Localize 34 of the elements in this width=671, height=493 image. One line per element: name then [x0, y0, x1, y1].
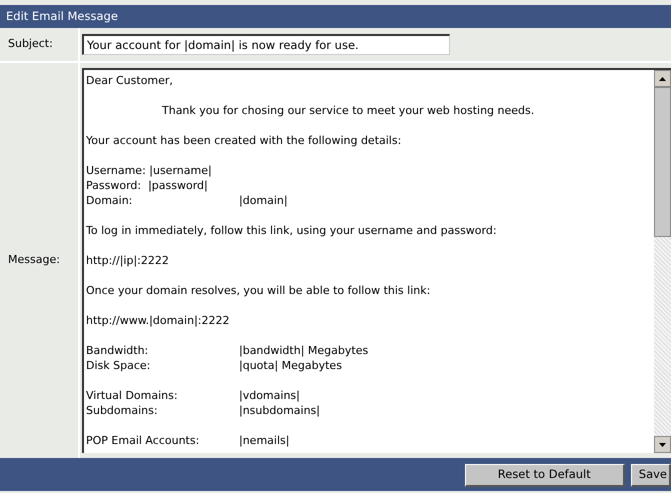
detail-label: Disk Space:	[86, 358, 152, 373]
detail-label: Domain:	[86, 193, 134, 208]
message-textarea[interactable]	[82, 68, 671, 453]
message-line: To log in immediately, follow this link, using your username and password:	[86, 224, 497, 237]
detail-value: |nsubdomains|	[239, 403, 320, 418]
detail-value: |nemails|	[239, 433, 290, 448]
message-label: Message:	[8, 252, 60, 268]
reset-button[interactable]: Reset to Default	[464, 464, 625, 487]
message-line: Once your domain resolves, you will be able to follow this link:	[86, 284, 430, 297]
detail-label: Virtual Domains:	[86, 388, 179, 403]
detail-label: POP Email Accounts:	[86, 433, 200, 448]
down-arrow-icon	[659, 442, 666, 446]
subject-label: Subject:	[8, 36, 53, 52]
detail-label: Bandwidth:	[86, 343, 150, 358]
detail-value: |bandwidth| Megabytes	[239, 343, 368, 358]
detail-label: Subdomains:	[86, 403, 159, 418]
form-title: Edit Email Message	[6, 8, 118, 25]
scroll-up-button[interactable]	[654, 70, 671, 87]
scroll-thumb[interactable]	[654, 87, 671, 237]
message-line: Password: |password|	[86, 179, 208, 192]
detail-value: |domain|	[239, 193, 288, 208]
subject-field[interactable]: Your account for |domain| is now ready for use.	[82, 34, 450, 55]
message-line: http://www.|domain|:2222	[86, 314, 230, 327]
up-arrow-icon	[659, 76, 666, 80]
vertical-scrollbar[interactable]	[654, 70, 671, 453]
message-line: Thank you for chosing our service to meet your web hosting needs.	[161, 104, 534, 117]
scroll-down-button[interactable]	[654, 436, 671, 453]
detail-value: |vdomains|	[239, 388, 300, 403]
save-button[interactable]: Save	[630, 464, 671, 487]
message-line: Username: |username|	[86, 164, 212, 177]
message-line: http://|ip|:2222	[86, 254, 169, 267]
message-line: Your account has been created with the following details:	[86, 134, 402, 147]
detail-value: |quota| Megabytes	[239, 358, 342, 373]
message-line: Dear Customer,	[86, 74, 173, 87]
